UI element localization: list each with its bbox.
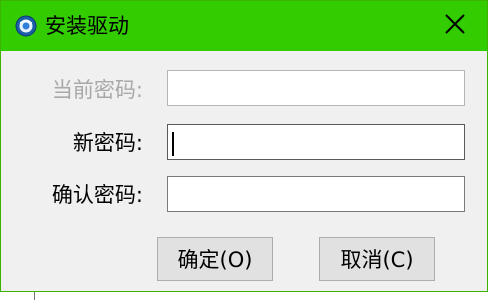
background-divider (34, 292, 35, 300)
close-button[interactable] (435, 8, 475, 44)
app-globe-icon (15, 15, 37, 37)
confirm-password-label: 确认密码: (51, 183, 143, 207)
confirm-password-field[interactable] (167, 176, 465, 212)
new-password-label: 新密码: (72, 131, 143, 155)
new-password-field[interactable] (167, 124, 465, 160)
window-title: 安装驱动 (45, 14, 129, 38)
title-bar[interactable]: 安装驱动 (1, 1, 487, 51)
close-icon (444, 13, 466, 39)
cancel-button[interactable]: 取消(C) (319, 237, 435, 281)
ok-button[interactable]: 确定(O) (157, 237, 273, 281)
text-caret (172, 132, 174, 156)
current-password-field[interactable] (167, 70, 465, 106)
background-strip (0, 292, 488, 300)
install-driver-dialog: 安装驱动 当前密码: 新密码: 确认密码: 确定(O) 取消(C) (0, 0, 488, 292)
current-password-label: 当前密码: (51, 78, 143, 102)
